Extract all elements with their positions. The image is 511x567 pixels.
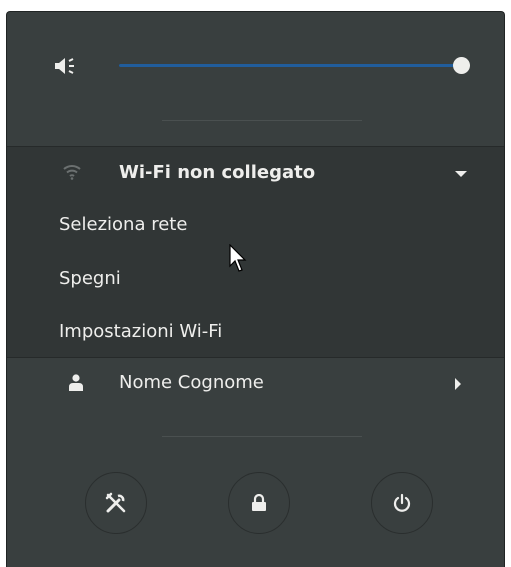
power-button[interactable] (371, 472, 433, 534)
volume-slider-knob[interactable] (453, 57, 470, 74)
system-status-menu: Wi-Fi non collegato Seleziona rete Spegn… (6, 11, 505, 567)
wifi-status-label: Wi-Fi non collegato (119, 162, 316, 183)
volume-slider-fill (119, 64, 461, 67)
user-name-label: Nome Cognome (119, 372, 264, 393)
menu-item-turn-off[interactable]: Spegni (59, 266, 121, 292)
wifi-signal-icon (63, 165, 81, 180)
menu-item-wifi-settings[interactable]: Impostazioni Wi-Fi (59, 319, 222, 345)
chevron-right-icon (455, 378, 461, 390)
settings-icon (105, 492, 126, 513)
menu-item-select-network[interactable]: Seleziona rete (59, 212, 187, 238)
user-menu-row[interactable]: Nome Cognome (7, 359, 504, 411)
separator (162, 120, 362, 121)
wifi-section: Wi-Fi non collegato Seleziona rete Spegn… (7, 146, 504, 358)
power-icon (393, 493, 411, 512)
chevron-down-icon (455, 171, 467, 177)
separator (162, 436, 362, 437)
audio-volume-low-icon (55, 58, 74, 74)
settings-button[interactable] (85, 472, 147, 534)
volume-row (7, 12, 504, 122)
user-icon (69, 374, 83, 391)
wifi-expander[interactable]: Wi-Fi non collegato (7, 147, 504, 199)
lock-button[interactable] (228, 472, 290, 534)
volume-slider[interactable] (119, 57, 470, 74)
lock-icon (252, 494, 266, 511)
mouse-pointer-icon (229, 244, 247, 272)
